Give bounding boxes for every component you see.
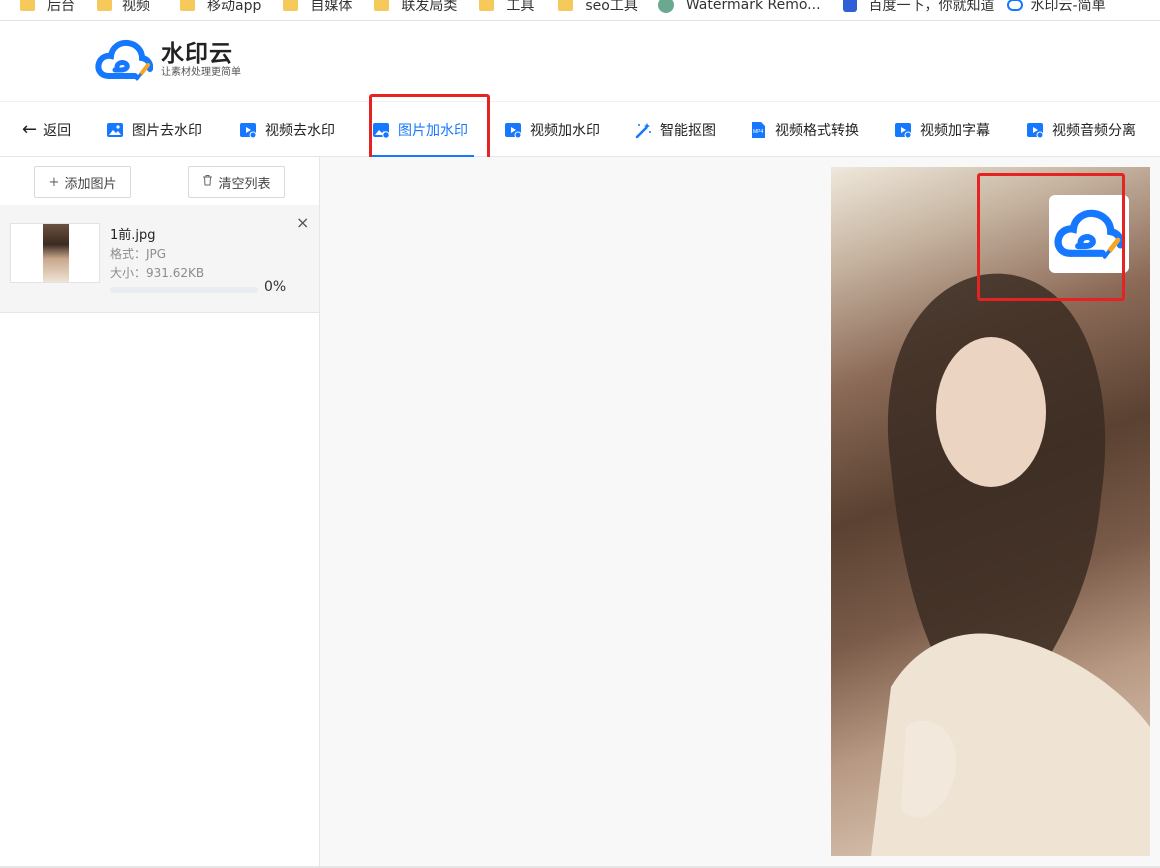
video-subtitle-icon: [895, 122, 912, 138]
tab-label: 视频去水印: [265, 122, 335, 139]
tab-image-remove-watermark[interactable]: 图片去水印: [106, 102, 202, 157]
back-label: 返回: [43, 122, 72, 139]
tab-label: 图片去水印: [132, 122, 202, 139]
tab-label: 图片加水印: [398, 122, 468, 139]
video-audio-split-icon: [1027, 122, 1044, 138]
thumbnail-image: [43, 224, 69, 282]
tab-label: 视频加水印: [530, 122, 600, 139]
bookmark-item[interactable]: 视频: [97, 0, 150, 15]
bookmark-item[interactable]: 百度一下，你就知道: [842, 0, 995, 15]
folder-icon: [479, 0, 495, 11]
tab-image-add-watermark[interactable]: 图片加水印: [372, 102, 474, 157]
watermark-logo[interactable]: [1049, 195, 1129, 273]
svg-text:MP4: MP4: [753, 129, 764, 135]
tab-video-format-convert[interactable]: MP4 视频格式转换: [749, 102, 859, 157]
file-name: 1前.jpg: [110, 228, 156, 243]
close-icon[interactable]: ×: [296, 213, 309, 232]
bookmark-label: 移动app: [207, 0, 262, 14]
bookmark-item[interactable]: 自媒体: [283, 0, 352, 15]
app-header: 水印云 让素材处理更简单: [0, 21, 1160, 101]
folder-icon: [283, 0, 299, 11]
clear-list-button[interactable]: 清空列表: [188, 166, 285, 198]
tool-nav: ← 返回 图片去水印 视频去水印 图片加水印 视频加水印 智能抠图 MP4 视频…: [0, 101, 1160, 157]
preview-area: [320, 157, 1160, 868]
bookmark-item[interactable]: 后台: [20, 0, 75, 15]
site-icon: [657, 0, 674, 13]
tab-video-remove-watermark[interactable]: 视频去水印: [239, 102, 335, 157]
list-item[interactable]: 1前.jpg 格式：JPG 大小：931.62KB 0% ×: [0, 205, 319, 313]
file-list-panel: + 添加图片 清空列表 1前.jpg 格式：JPG 大小：931.62KB 0%…: [0, 157, 320, 868]
tab-label: 视频加字幕: [920, 122, 990, 139]
mp4-file-icon: MP4: [752, 121, 765, 138]
bookmark-label: 自媒体: [310, 0, 353, 14]
tab-label: 视频音频分离: [1052, 122, 1136, 139]
tab-label: 智能抠图: [660, 122, 716, 139]
brand-slogan: 让素材处理更简单: [161, 67, 241, 78]
bookmark-label: 联发局类: [401, 0, 458, 14]
image-remove-watermark-icon: [107, 122, 123, 137]
file-size: 大小：931.62KB: [110, 266, 205, 280]
file-thumbnail: [10, 223, 100, 283]
folder-icon: [558, 0, 574, 11]
add-image-label: 添加图片: [64, 176, 117, 192]
bookmark-label: seo工具: [585, 0, 638, 14]
bookmark-item[interactable]: seo工具: [558, 0, 638, 15]
video-remove-watermark-icon: [240, 122, 257, 138]
bookmarks-bar: 后台 视频 移动app 自媒体 联发局类 工具 seo工具 Watermark …: [0, 0, 1160, 18]
folder-icon: [180, 0, 195, 11]
back-button[interactable]: ← 返回: [22, 102, 71, 157]
folder-icon: [374, 0, 390, 11]
bookmark-label: Watermark Remo...: [685, 0, 821, 13]
bookmark-item[interactable]: 工具: [479, 0, 534, 15]
bookmark-label: 后台: [47, 0, 75, 14]
progress-bar: [110, 287, 258, 293]
brand-name: 水印云: [161, 41, 233, 67]
cloud-logo-icon: [95, 39, 153, 81]
bookmark-label: 视频: [122, 0, 150, 14]
bookmark-item[interactable]: 水印云-简单: [1006, 0, 1106, 15]
tab-video-add-watermark[interactable]: 视频加水印: [504, 102, 600, 157]
tab-smart-cutout[interactable]: 智能抠图: [634, 102, 716, 157]
tab-video-audio-split[interactable]: 视频音频分离: [1026, 102, 1136, 157]
clear-list-label: 清空列表: [218, 176, 271, 192]
tab-label: 视频格式转换: [775, 122, 859, 139]
bookmark-label: 工具: [506, 0, 535, 14]
arrow-left-icon: ←: [22, 119, 38, 140]
preview-image: [831, 167, 1150, 856]
add-image-button[interactable]: + 添加图片: [34, 166, 131, 198]
plus-icon: +: [48, 174, 60, 190]
cloud-logo-icon: [1054, 209, 1124, 259]
tab-video-subtitle[interactable]: 视频加字幕: [894, 102, 990, 157]
progress-percent: 0%: [264, 279, 287, 295]
logo[interactable]: 水印云 让素材处理更简单: [95, 38, 241, 82]
magic-wand-icon: [635, 122, 651, 138]
folder-icon: [20, 0, 35, 11]
file-format: 格式：JPG: [110, 247, 167, 261]
image-add-watermark-icon: [373, 122, 390, 139]
site-icon: [1006, 0, 1023, 11]
video-add-watermark-icon: [505, 122, 522, 138]
bookmark-label: 百度一下，你就知道: [868, 0, 995, 14]
bookmark-item[interactable]: 移动app: [180, 0, 261, 15]
bookmark-item[interactable]: 联发局类: [374, 0, 457, 15]
trash-icon: [202, 174, 213, 190]
baidu-icon: [842, 0, 857, 12]
bookmark-label: 水印云-简单: [1030, 0, 1106, 14]
bookmark-item[interactable]: Watermark Remo...: [657, 0, 821, 13]
folder-icon: [97, 0, 112, 11]
